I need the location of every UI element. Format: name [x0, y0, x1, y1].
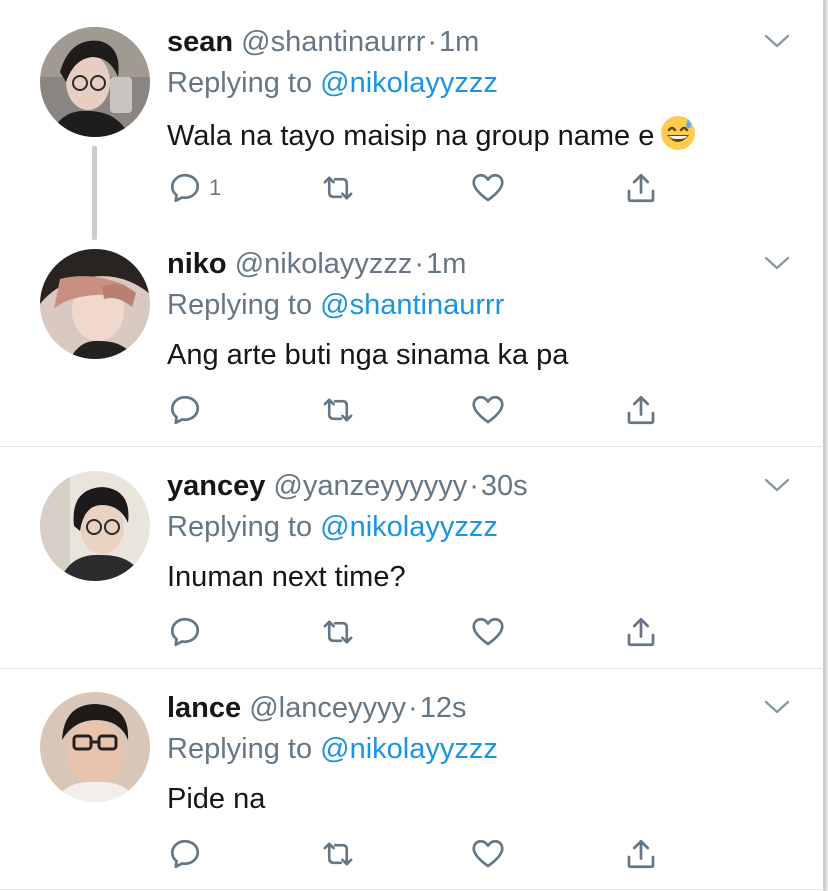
replying-to: Replying to @nikolayyzzz: [167, 732, 498, 766]
retweet-button[interactable]: [319, 836, 357, 872]
timestamp[interactable]: 12s: [420, 692, 467, 724]
share-button[interactable]: [623, 836, 659, 872]
like-button[interactable]: [470, 836, 506, 872]
divider: [0, 889, 824, 890]
chevron-down-icon[interactable]: [764, 699, 790, 715]
tweet-text: Pide na: [167, 783, 266, 815]
tweet-actions: [167, 836, 667, 876]
separator-dot: ·: [408, 692, 418, 724]
share-icon: [627, 839, 655, 869]
mention-link[interactable]: @nikolayyzzz: [320, 733, 498, 765]
heart-icon: [472, 839, 504, 868]
avatar-lance[interactable]: [40, 692, 150, 802]
username[interactable]: @lanceyyyy: [249, 692, 406, 724]
reply-button[interactable]: [167, 836, 209, 872]
tweet-lance[interactable]: lance @lanceyyyy·12s Replying to @nikola…: [0, 0, 824, 890]
tweet-header: lance @lanceyyyy·12s: [167, 691, 466, 725]
display-name[interactable]: lance: [167, 692, 241, 724]
reply-icon: [170, 839, 200, 869]
retweet-icon: [323, 842, 353, 866]
replying-to-label: Replying to: [167, 733, 313, 765]
